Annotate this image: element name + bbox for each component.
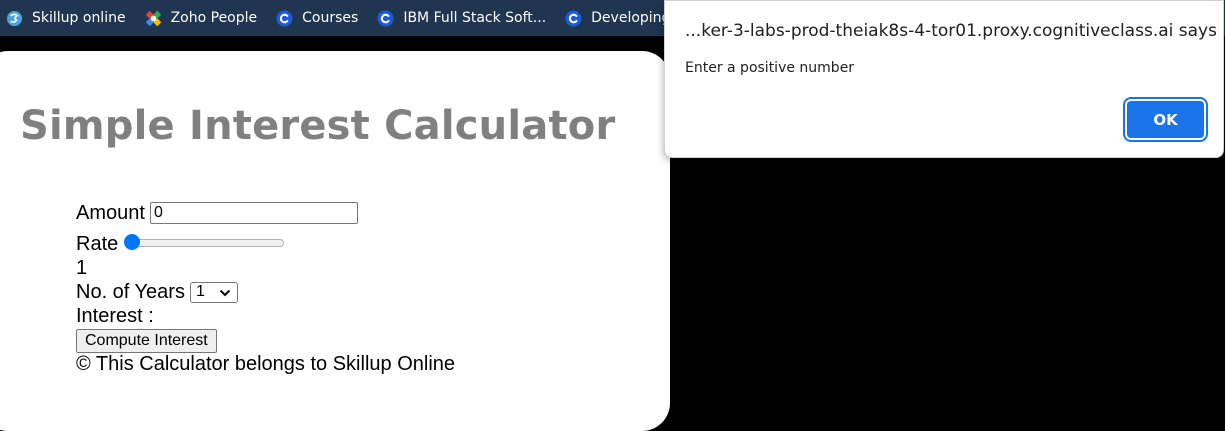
rate-slider-track [128,239,285,247]
compute-interest-button[interactable]: Compute Interest [76,328,217,353]
compute-row: Compute Interest [76,328,455,353]
years-selected-value: 1 [195,283,205,300]
alert-dialog: ...ker-3-labs-prod-theiak8s-4-tor01.prox… [664,0,1224,158]
footer-text: © This Calculator belongs to Skillup Onl… [76,353,456,375]
bookmark-skillup-online[interactable]: Skillup online [6,0,126,36]
calculator-card: Simple Interest Calculator Amount Rate 1… [0,51,670,431]
amount-row: Amount [76,201,455,225]
bookmark-label: Skillup online [32,10,126,26]
rate-slider-thumb[interactable] [124,234,141,250]
interest-row: Interest : [76,304,455,328]
bookmark-courses[interactable]: Courses [276,0,358,36]
amount-label: Amount [76,202,145,224]
bookmark-label: Courses [302,10,359,26]
dialog-title: ...ker-3-labs-prod-theiak8s-4-tor01.prox… [685,21,1217,41]
years-row: No. of Years 1 [76,280,455,304]
bookmark-zoho-people[interactable]: Zoho People [145,0,258,36]
skillup-logo-icon [6,10,23,26]
bookmark-developing[interactable]: Developing [565,0,670,36]
rate-slider[interactable] [124,234,285,250]
interest-label: Interest : [76,305,154,327]
bookmark-label: Developing [591,10,671,26]
chevron-down-icon [219,289,231,296]
rate-value-row: 1 [76,256,455,280]
rate-label: Rate [76,233,119,255]
page-title: Simple Interest Calculator [20,103,616,149]
rate-row: Rate [76,232,455,256]
cognitiveclass-c-icon [276,9,293,27]
cognitiveclass-c-icon [565,9,582,27]
bookmark-label: IBM Full Stack Soft... [403,10,547,26]
amount-input[interactable] [149,202,358,224]
calculator-form: Amount Rate 1 No. of Years 1 [76,201,455,376]
zoho-logo-icon [145,10,161,26]
footer-row: © This Calculator belongs to Skillup Onl… [76,352,455,376]
dialog-message: Enter a positive number [685,60,855,76]
cognitiveclass-c-icon [377,9,394,27]
bookmark-ibm-full-stack[interactable]: IBM Full Stack Soft... [377,0,546,36]
bookmark-label: Zoho People [170,10,258,26]
years-label: No. of Years [76,281,185,303]
ok-button[interactable]: OK [1123,97,1208,142]
years-select[interactable]: 1 [189,281,238,303]
rate-value: 1 [76,257,88,279]
